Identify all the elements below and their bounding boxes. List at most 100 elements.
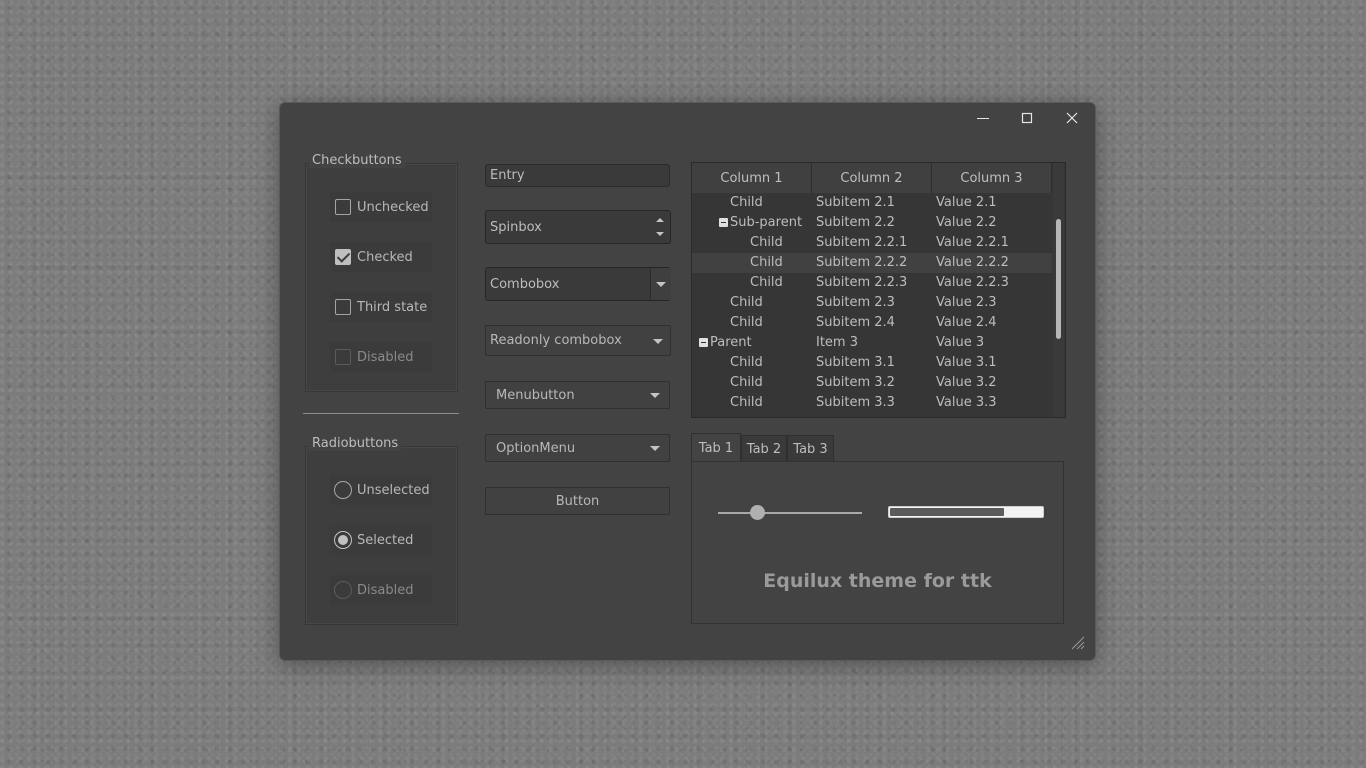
tree-cell: Parent — [710, 335, 752, 350]
tree-row[interactable]: Child Subitem 2.2.3 Value 2.2.3 — [692, 273, 1052, 293]
tree-row[interactable]: Parent Item 3 Value 3 — [692, 333, 1052, 353]
maximize-button[interactable] — [1005, 103, 1049, 133]
checkbox-icon — [335, 199, 351, 215]
column-header-label: Column 1 — [720, 170, 783, 186]
checkbutton-unchecked[interactable]: Unchecked — [330, 192, 432, 222]
column-header-1[interactable]: Column 1 — [692, 163, 812, 193]
checkbutton-label: Disabled — [357, 349, 414, 365]
tree-cell: Value 2.3 — [936, 295, 997, 310]
tree-cell: Child — [730, 195, 763, 210]
column-header-label: Column 2 — [840, 170, 903, 186]
button-label: Button — [555, 493, 600, 509]
tree-row[interactable]: Child Subitem 3.2 Value 3.2 — [692, 373, 1052, 393]
tree-row[interactable]: Child Subitem 2.1 Value 2.1 — [692, 193, 1052, 213]
tree-row[interactable]: Child Subitem 3.1 Value 3.1 — [692, 353, 1052, 373]
tree-row[interactable]: Child Subitem 3.3 Value 3.3 — [692, 393, 1052, 413]
spinbox-text: Spinbox — [490, 219, 542, 235]
app-window: Unchecked Checked Third state Disabled C… — [279, 102, 1096, 661]
chevron-down-icon — [656, 281, 666, 287]
tree-cell: Subitem 2.2.3 — [816, 275, 908, 290]
radiobutton-label: Selected — [357, 532, 414, 548]
tree-cell: Value 2.4 — [936, 315, 997, 330]
tree-cell: Subitem 3.3 — [816, 395, 895, 410]
tree-cell: Subitem 2.1 — [816, 195, 895, 210]
tree-row[interactable]: Child Subitem 2.2.1 Value 2.2.1 — [692, 233, 1052, 253]
tree-cell: Subitem 2.3 — [816, 295, 895, 310]
tree-cell: Subitem 3.2 — [816, 375, 895, 390]
spinbox-up-button[interactable] — [652, 215, 668, 225]
scale-trough[interactable] — [718, 512, 862, 514]
radiobutton-label: Unselected — [357, 482, 430, 498]
checkbutton-third-state[interactable]: Third state — [330, 292, 432, 322]
maximize-icon — [1021, 112, 1033, 124]
collapse-icon[interactable] — [699, 338, 708, 347]
tab-panel: Equilux theme for ttk — [691, 461, 1064, 624]
treeview[interactable]: Column 1 Column 2 Column 3 Child Subitem … — [691, 162, 1066, 418]
arrow-down-icon — [656, 232, 664, 236]
tree-cell: Sub-parent — [730, 215, 803, 230]
chevron-down-icon — [650, 446, 660, 451]
tree-cell: Subitem 2.2.1 — [816, 235, 908, 250]
tab-2[interactable]: Tab 2 — [741, 435, 787, 462]
radiobutton-disabled: Disabled — [330, 575, 432, 605]
progress-fill — [890, 508, 1004, 516]
menubutton-text: Menubutton — [496, 387, 575, 403]
checkbuttons-title: Checkbuttons — [309, 153, 405, 168]
separator — [303, 413, 459, 414]
caption: Equilux theme for ttk — [763, 570, 992, 592]
readonly-combobox[interactable]: Readonly combobox — [485, 325, 671, 356]
column-header-2[interactable]: Column 2 — [812, 163, 932, 193]
tree-cell: Value 3.2 — [936, 375, 997, 390]
checkbuttons-group: Unchecked Checked Third state Disabled — [305, 163, 458, 392]
collapse-icon[interactable] — [719, 218, 728, 227]
checkbox-checked-icon — [335, 249, 351, 265]
tab-label: Tab 3 — [793, 441, 828, 457]
tab-3[interactable]: Tab 3 — [787, 435, 834, 462]
tree-row[interactable]: Child Subitem 2.3 Value 2.3 — [692, 293, 1052, 313]
tab-1[interactable]: Tab 1 — [691, 433, 741, 462]
tree-cell: Child — [750, 255, 783, 270]
arrow-up-icon — [656, 218, 664, 222]
tree-cell: Subitem 2.2.2 — [816, 255, 908, 270]
checkbutton-checked[interactable]: Checked — [330, 242, 432, 272]
tree-row[interactable]: Child Subitem 2.2.2 Value 2.2.2 — [692, 253, 1052, 273]
optionmenu[interactable]: OptionMenu — [485, 434, 670, 462]
checkbutton-label: Checked — [357, 249, 413, 265]
minimize-icon — [977, 118, 989, 119]
tree-scrollbar[interactable] — [1053, 163, 1064, 417]
tree-cell: Subitem 3.1 — [816, 355, 895, 370]
combobox-dropdown-button[interactable] — [650, 268, 671, 300]
entry-field[interactable]: Entry — [485, 164, 670, 187]
tab-label: Tab 1 — [698, 440, 734, 456]
menubutton[interactable]: Menubutton — [485, 381, 670, 409]
tree-cell: Value 3.1 — [936, 355, 997, 370]
radiobutton-unselected[interactable]: Unselected — [330, 475, 432, 505]
close-button[interactable] — [1050, 103, 1094, 133]
checkbutton-label: Unchecked — [357, 199, 429, 215]
tree-cell: Value 2.1 — [936, 195, 997, 210]
checkbox-icon — [335, 299, 351, 315]
tree-cell: Value 2.2.2 — [936, 255, 1009, 270]
button[interactable]: Button — [485, 487, 670, 515]
spinbox-down-button[interactable] — [652, 229, 668, 239]
close-icon — [1066, 112, 1078, 124]
combobox[interactable]: Combobox — [485, 267, 671, 301]
checkbutton-disabled: Disabled — [330, 342, 432, 372]
radiobuttons-title: Radiobuttons — [309, 436, 402, 451]
minimize-button[interactable] — [961, 103, 1005, 133]
readonly-combobox-text: Readonly combobox — [490, 333, 622, 348]
combobox-text: Combobox — [490, 276, 560, 292]
tree-cell: Value 2.2.3 — [936, 275, 1009, 290]
tree-row[interactable]: Child Subitem 2.4 Value 2.4 — [692, 313, 1052, 333]
size-grip-icon[interactable] — [1069, 634, 1085, 650]
radio-selected-icon — [334, 531, 352, 549]
tree-row[interactable]: Sub-parent Subitem 2.2 Value 2.2 — [692, 213, 1052, 233]
entry-text: Entry — [490, 168, 525, 183]
scale-handle[interactable] — [749, 505, 765, 520]
radiobutton-selected[interactable]: Selected — [330, 525, 432, 555]
tree-cell: Value 2.2 — [936, 215, 997, 230]
scrollbar-thumb[interactable] — [1056, 219, 1061, 339]
column-header-3[interactable]: Column 3 — [932, 163, 1052, 193]
tree-cell: Child — [750, 275, 783, 290]
spinbox[interactable]: Spinbox — [485, 210, 671, 244]
